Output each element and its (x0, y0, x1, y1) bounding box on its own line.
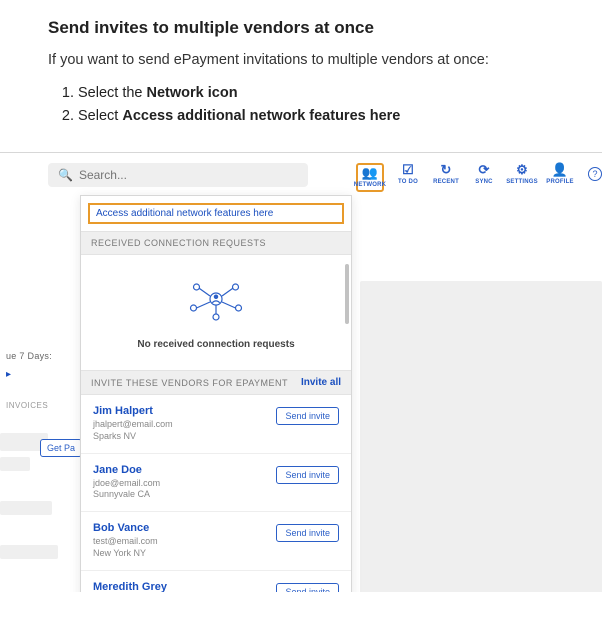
network-dropdown-panel: Access additional network features here … (80, 195, 352, 592)
vendor-name[interactable]: Bob Vance (93, 522, 158, 534)
invite-vendors-header: INVITE THESE VENDORS FOR EPAYMENT Invite… (81, 370, 351, 395)
search-icon: 🔍 (58, 168, 73, 182)
intro-text: If you want to send ePayment invitations… (48, 52, 578, 68)
bg-bar (0, 457, 30, 471)
vendor-row: Bob Vance test@email.com New York NY Sen… (81, 512, 351, 570)
send-invite-button[interactable]: Send invite (276, 583, 339, 593)
send-invite-button[interactable]: Send invite (276, 524, 339, 542)
vendor-location: Sparks NV (93, 431, 173, 443)
label-due-7-days: ue 7 Days: (6, 351, 52, 361)
toolbar-label: PROFILE (546, 179, 573, 185)
dropdown-arrow-icon[interactable]: ▸ (6, 369, 11, 380)
bg-bar (0, 501, 52, 515)
bg-panel (360, 281, 602, 592)
invite-all-link[interactable]: Invite all (301, 377, 341, 388)
send-invite-button[interactable]: Send invite (276, 407, 339, 425)
vendor-name[interactable]: Jim Halpert (93, 405, 173, 417)
empty-message: No received connection requests (137, 339, 294, 350)
step-prefix: Select the (78, 85, 147, 101)
vendor-row: Jane Doe jdoe@email.com Sunnyvale CA Sen… (81, 454, 351, 512)
toolbar-label: TO DO (398, 179, 418, 185)
vendor-email: test@email.com (93, 536, 158, 548)
page-heading: Send invites to multiple vendors at once (48, 18, 578, 38)
vendor-email: jhalpert@email.com (93, 419, 173, 431)
bg-bar (0, 545, 58, 559)
vendor-row: Jim Halpert jhalpert@email.com Sparks NV… (81, 395, 351, 453)
toolbar-label: SETTINGS (506, 179, 538, 185)
search-box[interactable]: 🔍 (48, 163, 308, 187)
send-invite-button[interactable]: Send invite (276, 466, 339, 484)
toolbar-icons: 👥 NETWORK ☑ TO DO ↻ RECENT ⟳ SYNC ⚙ SETT… (356, 163, 602, 192)
toolbar-label: SYNC (475, 179, 492, 185)
received-requests-header: RECEIVED CONNECTION REQUESTS (81, 231, 351, 255)
toolbar-sync[interactable]: ⟳ SYNC (470, 163, 498, 185)
vendor-location: Sunnyvale CA (93, 489, 160, 501)
step-item: Select Access additional network feature… (78, 105, 578, 128)
sync-icon: ⟳ (478, 163, 489, 177)
vendor-email: jdoe@email.com (93, 478, 160, 490)
step-bold: Network icon (147, 85, 238, 101)
access-features-link[interactable]: Access additional network features here (88, 203, 344, 224)
vendor-location: New York NY (93, 548, 158, 560)
network-graph-icon (186, 277, 246, 321)
vendor-name[interactable]: Meredith Grey (93, 581, 185, 593)
gear-icon: ⚙ (516, 163, 528, 177)
toolbar-label: RECENT (433, 179, 459, 185)
profile-icon: 👤 (552, 163, 568, 177)
step-prefix: Select (78, 108, 122, 124)
people-icon: 👥 (362, 166, 378, 180)
search-input[interactable] (79, 168, 298, 182)
toolbar-settings[interactable]: ⚙ SETTINGS (508, 163, 536, 185)
toolbar-recent[interactable]: ↻ RECENT (432, 163, 460, 185)
empty-state: No received connection requests (81, 255, 351, 370)
toolbar-profile[interactable]: 👤 PROFILE (546, 163, 574, 185)
invite-header-label: INVITE THESE VENDORS FOR EPAYMENT (91, 378, 288, 388)
app-screenshot: ue 7 Days: ▸ INVOICES Get Pa 🔍 👥 NETWORK… (0, 152, 602, 592)
help-icon[interactable]: ? (588, 167, 602, 181)
checkbox-icon: ☑ (402, 163, 414, 177)
panel-scrollbar[interactable] (345, 264, 349, 324)
steps-list: Select the Network icon Select Access ad… (48, 82, 578, 128)
toolbar-label: NETWORK (354, 182, 386, 188)
label-invoices: INVOICES (6, 401, 48, 410)
vendor-row: Meredith Grey jlarson328@gmail.com Send … (81, 571, 351, 593)
vendor-name[interactable]: Jane Doe (93, 464, 160, 476)
get-paid-button[interactable]: Get Pa (40, 439, 82, 457)
step-item: Select the Network icon (78, 82, 578, 105)
history-icon: ↻ (440, 163, 451, 177)
step-bold: Access additional network features here (122, 108, 400, 124)
top-toolbar: 🔍 👥 NETWORK ☑ TO DO ↻ RECENT ⟳ SYNC ⚙ (48, 153, 578, 192)
toolbar-network[interactable]: 👥 NETWORK (356, 163, 384, 192)
toolbar-todo[interactable]: ☑ TO DO (394, 163, 422, 185)
